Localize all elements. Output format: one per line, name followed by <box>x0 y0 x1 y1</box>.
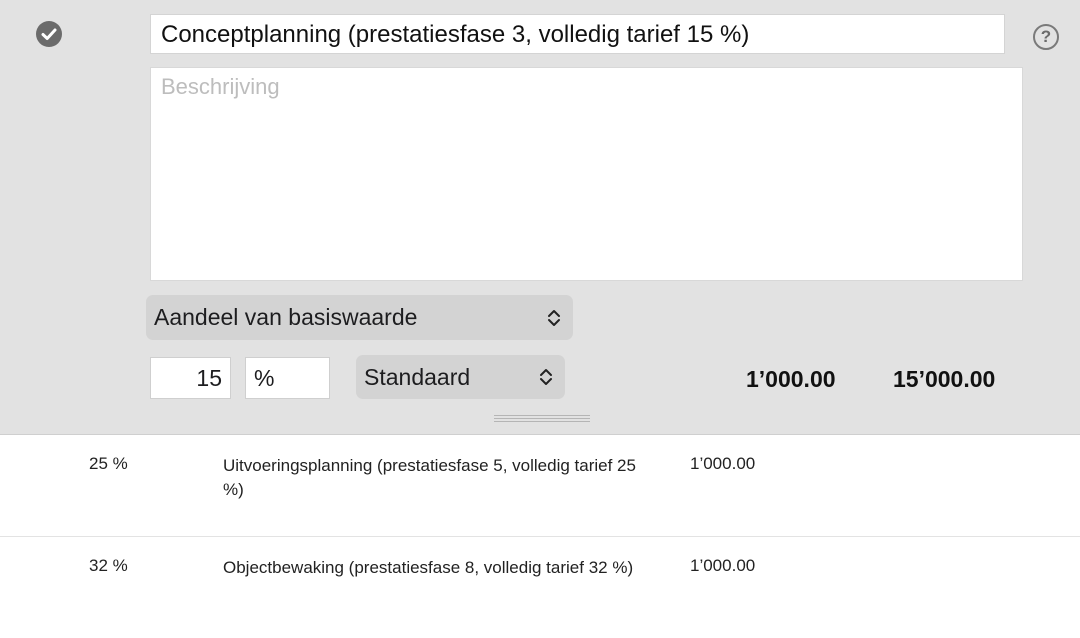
checkmark-circle-icon[interactable] <box>36 21 62 47</box>
basis-select[interactable]: Aandeel van basiswaarde <box>146 295 573 340</box>
help-question-icon[interactable]: ? <box>1033 24 1059 50</box>
rate-select[interactable]: Standaard <box>356 355 565 399</box>
list-item[interactable]: 32 % Objectbewaking (prestatiesfase 8, v… <box>0 537 1080 638</box>
rate-select-label: Standaard <box>364 364 471 390</box>
item-percentage: 32 % <box>89 556 128 575</box>
total-value: 15’000.00 <box>893 366 996 392</box>
item-price: 1’000.00 <box>690 454 756 473</box>
resize-handle[interactable] <box>494 415 590 422</box>
description-input[interactable]: Beschrijving <box>150 67 1023 281</box>
item-editor-panel: Conceptplanning (prestatiesfase 3, volle… <box>0 0 1080 435</box>
percentage-unit-field[interactable]: % <box>245 357 330 399</box>
up-down-chevron-icon <box>548 309 560 326</box>
item-percentage: 25 % <box>89 454 128 473</box>
percentage-input[interactable]: 15 <box>150 357 231 399</box>
item-price: 1’000.00 <box>690 556 756 575</box>
unit-price-value: 1’000.00 <box>746 366 836 392</box>
list-item[interactable]: 25 % Uitvoeringsplanning (prestatiesfase… <box>0 435 1080 537</box>
title-input[interactable]: Conceptplanning (prestatiesfase 3, volle… <box>150 14 1005 54</box>
up-down-chevron-icon <box>540 369 552 385</box>
basis-select-label: Aandeel van basiswaarde <box>154 304 418 330</box>
item-description: Uitvoeringsplanning (prestatiesfase 5, v… <box>223 456 636 499</box>
item-description: Objectbewaking (prestatiesfase 8, volled… <box>223 558 634 577</box>
